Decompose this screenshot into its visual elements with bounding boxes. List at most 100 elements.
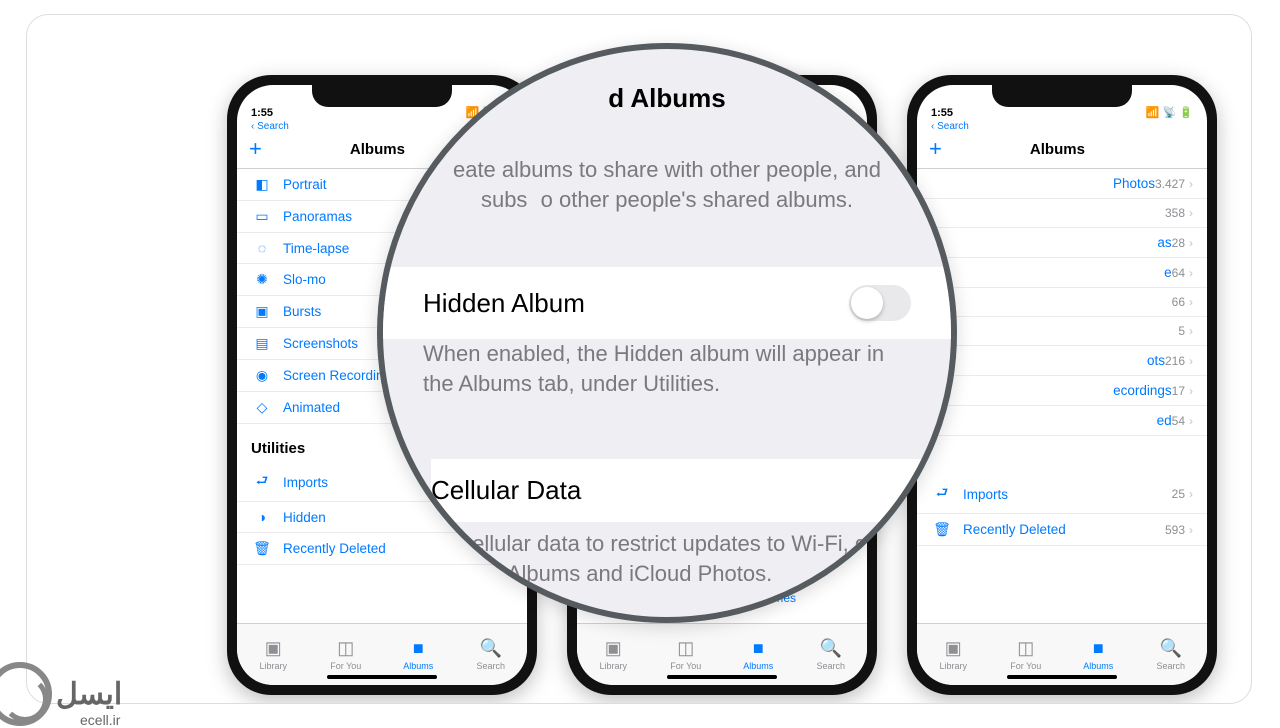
watermark: ایسل ecell.ir	[0, 662, 122, 726]
album-count: 28	[1172, 236, 1185, 250]
watermark-logo-icon	[0, 662, 52, 726]
album-row[interactable]: ecordings 17 ›	[917, 376, 1207, 406]
album-label: ed	[931, 413, 1172, 428]
watermark-url: ecell.ir	[80, 712, 120, 728]
tab-icon: 🔍	[820, 638, 842, 659]
tab-label: Library	[939, 661, 967, 671]
tab-icon: ■	[413, 638, 424, 659]
album-row[interactable]: Photos 3.427 ›	[917, 169, 1207, 199]
tab-label: Albums	[743, 661, 773, 671]
tab-search[interactable]: 🔍 Search	[1135, 624, 1208, 685]
home-indicator[interactable]	[327, 675, 437, 679]
utility-count: 25	[1172, 487, 1185, 501]
tab-icon: ◫	[677, 638, 694, 659]
tab-label: Library	[599, 661, 627, 671]
chevron-right-icon: ›	[1189, 414, 1193, 428]
album-row[interactable]: 358 ›	[917, 199, 1207, 228]
utility-icon: ⮐	[251, 470, 273, 494]
shared-albums-header: d Albums	[608, 83, 725, 114]
utility-row[interactable]: ⮐ Imports 25 ›	[917, 475, 1207, 514]
album-row[interactable]: ed 54 ›	[917, 406, 1207, 436]
tab-label: Search	[476, 661, 505, 671]
tab-icon: ▣	[265, 638, 282, 659]
tab-label: For You	[670, 661, 701, 671]
cellular-data-row[interactable]: Cellular Data	[431, 459, 951, 522]
chevron-right-icon: ›	[1189, 487, 1193, 501]
album-icon: ▣	[251, 303, 273, 320]
album-count: 216	[1165, 354, 1185, 368]
album-label: ots	[931, 353, 1165, 368]
tab-label: Albums	[1083, 661, 1113, 671]
hidden-album-row[interactable]: Hidden Album	[383, 267, 951, 339]
utility-row[interactable]: 🗑 Recently Deleted 593 ›	[917, 514, 1207, 546]
tab-label: For You	[1010, 661, 1041, 671]
album-icon: ◌	[251, 240, 273, 256]
tab-icon: ■	[1093, 638, 1104, 659]
phone-right: 1:55 📶 📡 🔋 ‹ Search + Albums Photos 3.42…	[907, 75, 1217, 695]
tab-label: Albums	[403, 661, 433, 671]
tab-library[interactable]: ▣ Library	[917, 624, 990, 685]
tab-search[interactable]: 🔍 Search	[795, 624, 868, 685]
home-indicator[interactable]	[1007, 675, 1117, 679]
album-icon: ✺	[251, 271, 273, 288]
add-album-button[interactable]: +	[249, 136, 262, 162]
card-frame: 1:55 📶 📡 🔋 ‹ Search + Albums ◧ Portrait …	[26, 14, 1252, 704]
chevron-right-icon: ›	[1189, 206, 1193, 220]
chevron-right-icon: ›	[1189, 236, 1193, 250]
utility-label: Recently Deleted	[963, 522, 1165, 537]
tab-label: Search	[1156, 661, 1185, 671]
album-row[interactable]: 5 ›	[917, 317, 1207, 346]
album-icon: ◇	[251, 399, 273, 416]
watermark-brand: ایسل	[56, 677, 122, 712]
album-icon: ▤	[251, 335, 273, 352]
utility-count: 593	[1165, 523, 1185, 537]
chevron-right-icon: ›	[1189, 354, 1193, 368]
magnifier-lens: d Albums eate albums to share with other…	[377, 43, 957, 623]
tab-library[interactable]: ▣ Library	[237, 624, 310, 685]
album-count: 358	[1165, 206, 1185, 220]
album-count: 5	[1178, 324, 1185, 338]
hidden-album-label: Hidden Album	[423, 288, 585, 319]
tab-label: Library	[259, 661, 287, 671]
chevron-right-icon: ›	[1189, 324, 1193, 338]
album-icon: ▭	[251, 208, 273, 225]
album-label: ecordings	[931, 383, 1172, 398]
album-icon: ◉	[251, 367, 273, 384]
utility-label: Imports	[963, 487, 1172, 502]
hidden-album-toggle[interactable]	[849, 285, 911, 321]
chevron-right-icon: ›	[1189, 384, 1193, 398]
album-icon: ◧	[251, 176, 273, 193]
back-search[interactable]: ‹ Search	[917, 121, 1207, 132]
status-time: 1:55	[251, 107, 273, 119]
tab-icon: 🔍	[480, 638, 502, 659]
tab-icon: 🔍	[1160, 638, 1182, 659]
tab-label: Search	[816, 661, 845, 671]
album-count: 66	[1172, 295, 1185, 309]
album-count: 3.427	[1155, 177, 1185, 191]
tab-icon: ▣	[605, 638, 622, 659]
album-row[interactable]: ots 216 ›	[917, 346, 1207, 376]
home-indicator[interactable]	[667, 675, 777, 679]
album-count: 64	[1172, 266, 1185, 280]
cellular-data-desc: off cellular data to restrict updates to…	[431, 529, 911, 588]
hidden-album-desc: When enabled, the Hidden album will appe…	[423, 339, 911, 398]
album-label: e	[931, 265, 1172, 280]
utility-icon: 🗑	[251, 540, 273, 557]
album-label: as	[931, 235, 1172, 250]
chevron-right-icon: ›	[1189, 266, 1193, 280]
chevron-right-icon: ›	[1189, 177, 1193, 191]
chevron-right-icon: ›	[1189, 523, 1193, 537]
tab-icon: ▣	[945, 638, 962, 659]
album-count: 54	[1172, 414, 1185, 428]
album-row[interactable]: 66 ›	[917, 288, 1207, 317]
tab-search[interactable]: 🔍 Search	[455, 624, 528, 685]
tab-library[interactable]: ▣ Library	[577, 624, 650, 685]
tab-icon: ◫	[337, 638, 354, 659]
status-icons: 📶 📡 🔋	[1146, 106, 1193, 119]
tab-icon: ■	[753, 638, 764, 659]
album-row[interactable]: as 28 ›	[917, 228, 1207, 258]
tab-label: For You	[330, 661, 361, 671]
utility-icon: ◑	[251, 509, 273, 525]
tab-icon: ◫	[1017, 638, 1034, 659]
album-row[interactable]: e 64 ›	[917, 258, 1207, 288]
